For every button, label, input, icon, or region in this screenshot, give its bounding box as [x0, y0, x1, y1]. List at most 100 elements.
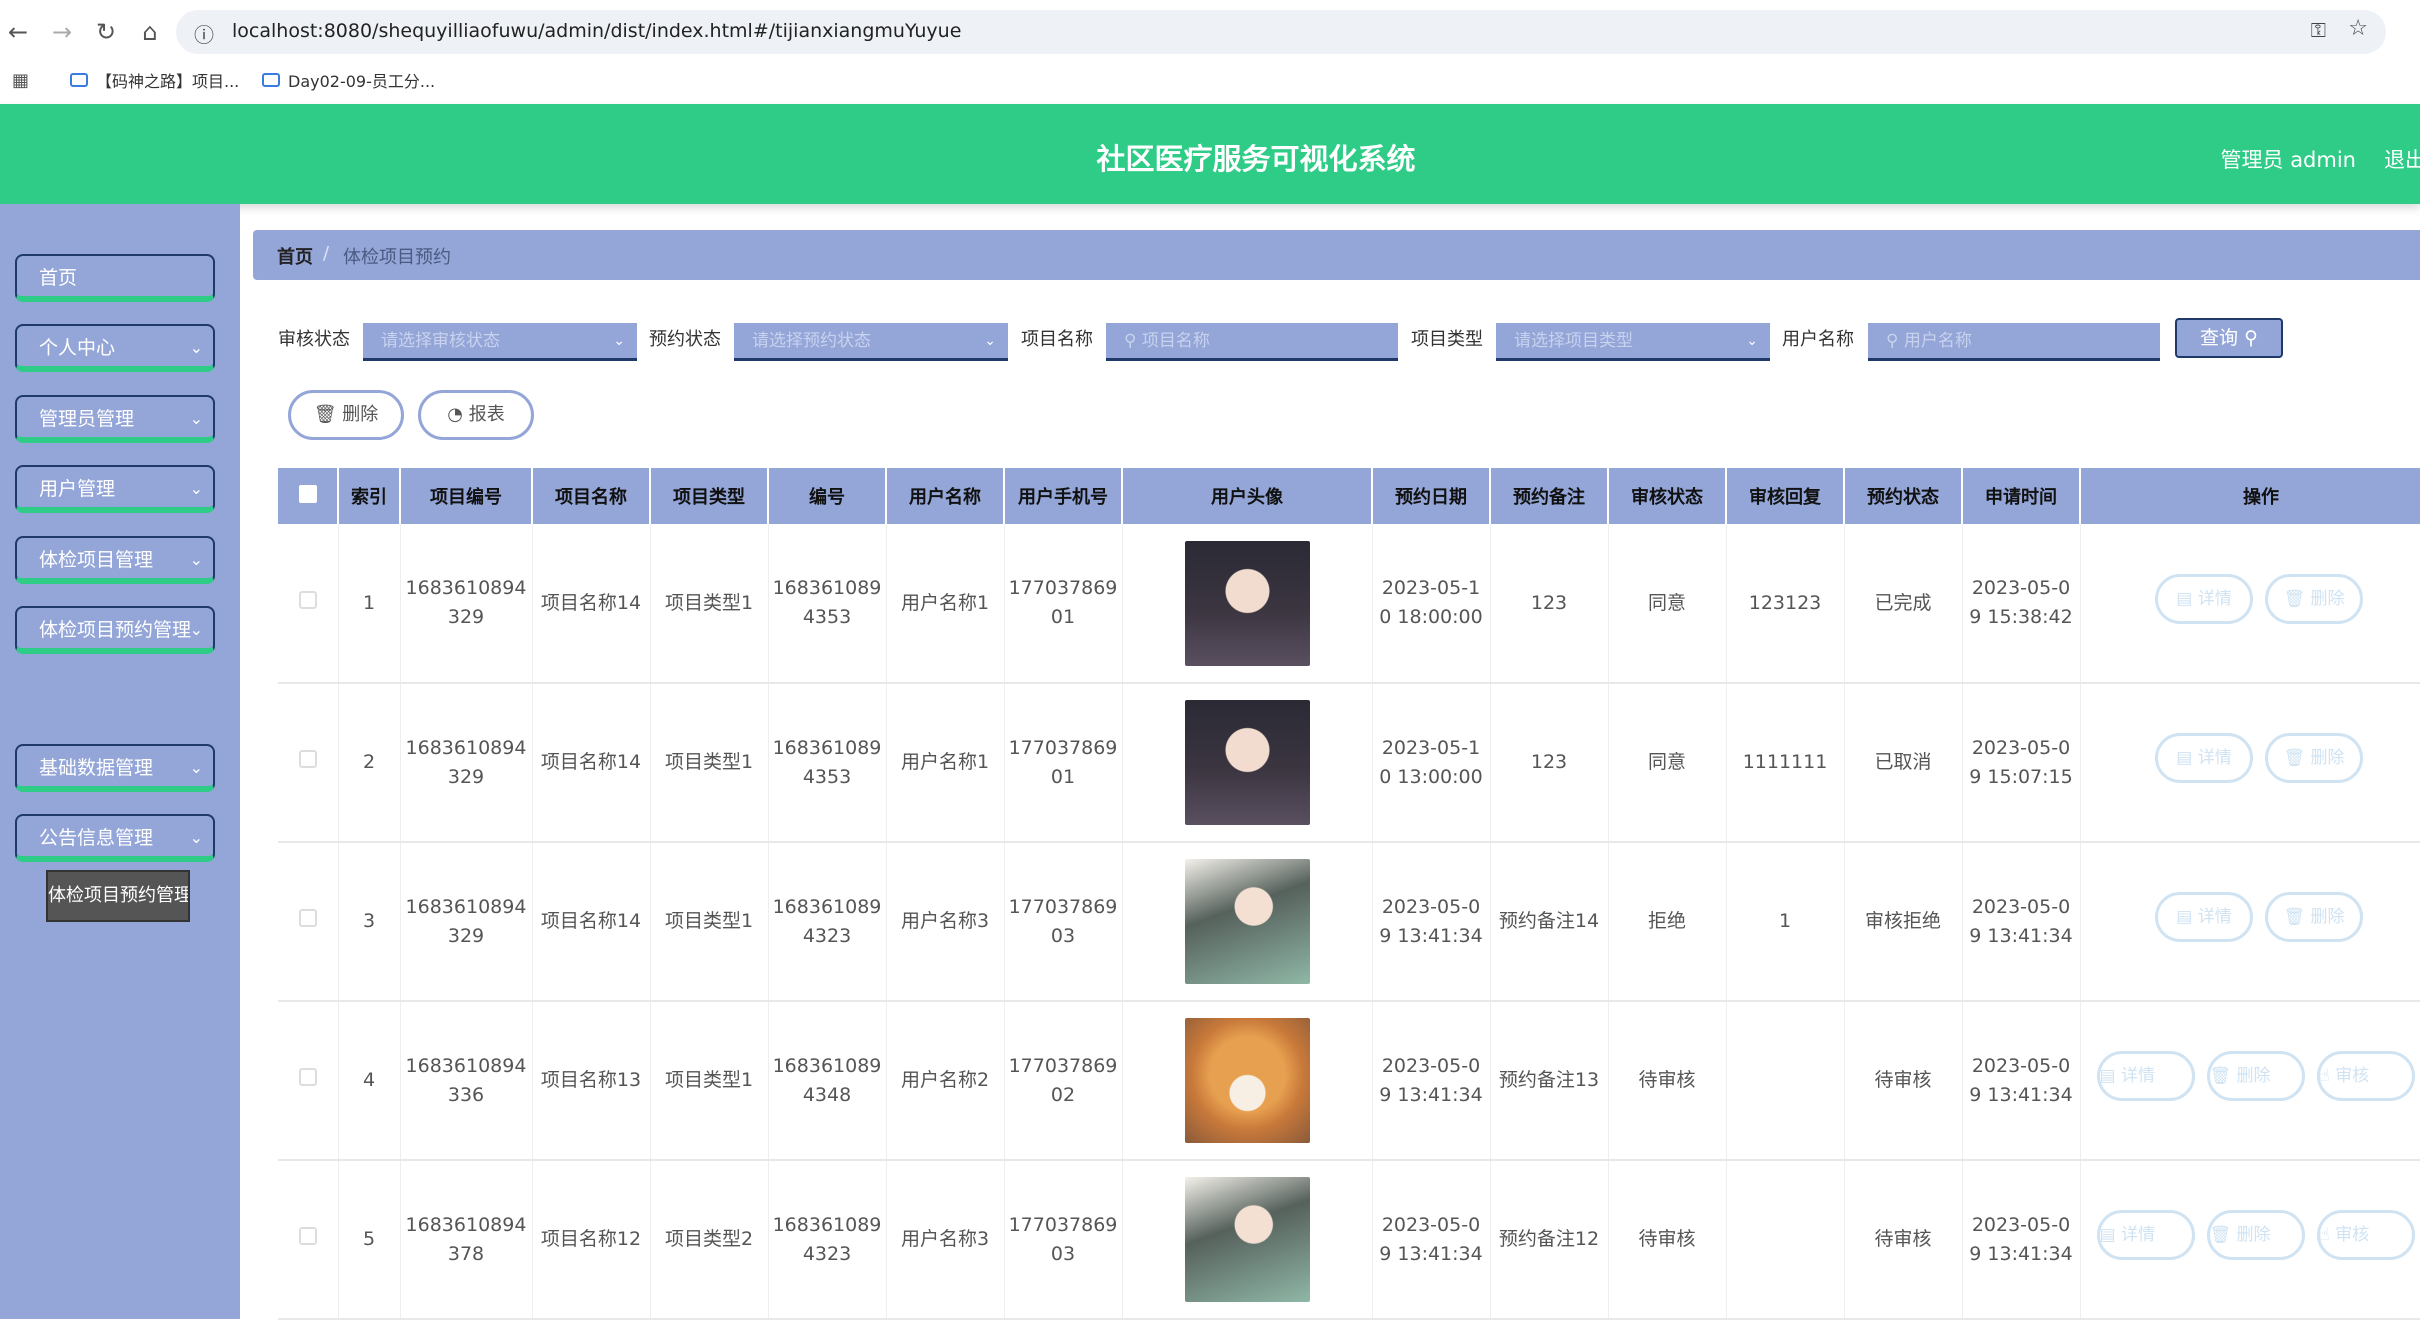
actions-cell: ▤ 详情 🗑 删除 — [2080, 842, 2420, 1002]
reload-icon[interactable]: ↻ — [88, 14, 124, 50]
audit-button[interactable]: ☝ 审核 — [2316, 1210, 2415, 1260]
browser-toolbar: ← → ↻ ⌂ ⓘ localhost:8080/shequyilliaofuw… — [0, 0, 2420, 62]
avatar — [1184, 700, 1310, 825]
actions-cell: ▤ 详情 🗑 删除 ☝ 审核 — [2080, 1160, 2420, 1320]
site-info-icon[interactable]: ⓘ — [194, 19, 214, 48]
breadcrumb-home[interactable]: 首页 — [277, 243, 313, 269]
cell-idx: 4 — [338, 1001, 401, 1161]
search-icon: ⚲ — [1886, 331, 1904, 351]
breadcrumb: 首页 / 体检项目预约 — [253, 230, 2420, 280]
breadcrumb-separator: / — [323, 243, 330, 264]
avatar — [1184, 1177, 1310, 1302]
sidebar-subitem-booking-management[interactable]: 体检项目预约管理 — [46, 870, 190, 922]
query-button[interactable]: 查询 ⚲ — [2175, 318, 2283, 358]
cell-audit: 拒绝 — [1608, 842, 1727, 1002]
sidebar-item-checkup-booking[interactable]: 体检项目预约管理 ⌄ — [15, 606, 215, 654]
bookmark-item[interactable]: 【码神之路】项目... — [70, 68, 239, 92]
cell-phone: 17703786903 — [1004, 842, 1123, 1002]
chevron-down-icon: ⌄ — [189, 620, 203, 639]
select-all-checkbox[interactable] — [278, 468, 339, 524]
cell-code: 1683610894336 — [400, 1001, 533, 1161]
detail-button[interactable]: ▤ 详情 — [2155, 892, 2253, 942]
bookmark-icon — [70, 73, 88, 87]
bookmark-item[interactable]: Day02-09-员工分... — [262, 68, 435, 92]
logout-link[interactable]: 退出 — [2384, 144, 2420, 174]
sidebar-item-home[interactable]: 首页 — [15, 254, 215, 302]
detail-button[interactable]: ▤ 详情 — [2096, 1051, 2195, 1101]
delete-button[interactable]: 🗑 删除 — [2265, 573, 2363, 624]
delete-button[interactable]: 🗑 删除 — [2265, 733, 2363, 783]
avatar — [1184, 540, 1310, 666]
cell-reply — [1726, 1160, 1845, 1320]
cell-applied: 2023-05-09 13:41:34 — [1962, 842, 2081, 1002]
audit-button[interactable]: ☝ 审核 — [2316, 1051, 2415, 1101]
cell-phone: 17703786903 — [1004, 1160, 1123, 1320]
col-header: 项目编号 — [400, 468, 533, 524]
row-checkbox[interactable] — [278, 842, 339, 1002]
sidebar-item-admins[interactable]: 管理员管理 ⌄ — [15, 395, 215, 443]
cell-type: 项目类型1 — [650, 524, 769, 684]
star-icon[interactable]: ☆ — [2348, 16, 2368, 41]
avatar-cell — [1122, 842, 1373, 1002]
trash-icon: 🗑 — [2209, 1225, 2232, 1245]
col-header: 项目类型 — [650, 468, 769, 524]
detail-button[interactable]: ▤ 详情 — [2155, 573, 2253, 624]
booking-status-select[interactable]: 请选择预约状态 ⌄ — [734, 323, 1008, 361]
cell-date: 2023-05-10 18:00:00 — [1372, 524, 1491, 684]
cell-audit: 同意 — [1608, 683, 1727, 843]
actions-cell: ▤ 详情 🗑 删除 ☝ 审核 — [2080, 1001, 2420, 1161]
delete-button[interactable]: 🗑 删除 — [2206, 1210, 2305, 1260]
avatar-cell — [1122, 683, 1373, 843]
address-bar[interactable]: ⓘ localhost:8080/shequyilliaofuwu/admin/… — [176, 10, 2386, 54]
sidebar-item-profile[interactable]: 个人中心 ⌄ — [15, 324, 215, 372]
cell-note: 预约备注14 — [1490, 842, 1609, 1002]
sidebar-item-checkup-items[interactable]: 体检项目管理 ⌄ — [15, 536, 215, 584]
audit-status-select[interactable]: 请选择审核状态 ⌄ — [363, 323, 637, 361]
trash-icon: 🗑 — [2209, 1066, 2232, 1086]
doc-icon: ▤ — [2099, 1066, 2116, 1086]
cell-type: 项目类型1 — [650, 1001, 769, 1161]
key-icon[interactable]: ⚿ — [2311, 18, 2326, 42]
user-name-label: 用户名称 — [1782, 329, 1854, 350]
sidebar-item-basic-data[interactable]: 基础数据管理 ⌄ — [15, 744, 215, 792]
home-icon[interactable]: ⌂ — [132, 14, 168, 50]
detail-button[interactable]: ▤ 详情 — [2155, 733, 2253, 783]
detail-button[interactable]: ▤ 详情 — [2096, 1210, 2195, 1260]
row-checkbox[interactable] — [278, 1160, 339, 1320]
cell-reply — [1726, 1001, 1845, 1161]
table-row: 1 1683610894329 项目名称14 项目类型1 1683610894353 用户… — [278, 524, 2420, 684]
avatar-cell — [1122, 1160, 1373, 1320]
bulk-delete-button[interactable]: 🗑 删除 — [288, 390, 404, 440]
project-type-select[interactable]: 请选择项目类型 ⌄ — [1496, 323, 1770, 361]
sidebar-item-notices[interactable]: 公告信息管理 ⌄ — [15, 814, 215, 862]
pie-chart-icon: ◔ — [447, 404, 463, 425]
project-name-input[interactable]: ⚲ 项目名称 — [1106, 323, 1398, 361]
delete-button[interactable]: 🗑 删除 — [2206, 1051, 2305, 1101]
table-row: 5 1683610894378 项目名称12 项目类型2 1683610894323 用户… — [278, 1160, 2420, 1320]
row-checkbox[interactable] — [278, 683, 339, 843]
cell-date: 2023-05-09 13:41:34 — [1372, 1001, 1491, 1161]
cell-code: 1683610894329 — [400, 524, 533, 684]
row-checkbox[interactable] — [278, 524, 339, 684]
back-icon[interactable]: ← — [0, 14, 36, 50]
cell-applied: 2023-05-09 15:38:42 — [1962, 524, 2081, 684]
cell-idx: 2 — [338, 683, 401, 843]
delete-button[interactable]: 🗑 删除 — [2265, 892, 2363, 942]
table-row: 3 1683610894329 项目名称14 项目类型1 1683610894323 用户… — [278, 842, 2420, 1002]
row-checkbox[interactable] — [278, 1001, 339, 1161]
cell-idx: 1 — [338, 524, 401, 684]
cell-status: 已完成 — [1844, 524, 1963, 684]
col-header: 预约备注 — [1490, 468, 1609, 524]
report-button[interactable]: ◔ 报表 — [418, 390, 534, 440]
col-header: 预约状态 — [1844, 468, 1963, 524]
sidebar-item-users[interactable]: 用户管理 ⌄ — [15, 465, 215, 513]
chevron-down-icon: ⌄ — [1746, 333, 1758, 349]
cell-audit: 待审核 — [1608, 1001, 1727, 1161]
apps-icon[interactable]: ▦ — [12, 70, 29, 91]
user-name-input[interactable]: ⚲ 用户名称 — [1868, 323, 2160, 361]
forward-icon[interactable]: → — [44, 14, 80, 50]
col-header: 审核回复 — [1726, 468, 1845, 524]
col-header: 用户名称 — [886, 468, 1005, 524]
cell-name: 项目名称14 — [532, 683, 651, 843]
cell-date: 2023-05-09 13:41:34 — [1372, 1160, 1491, 1320]
